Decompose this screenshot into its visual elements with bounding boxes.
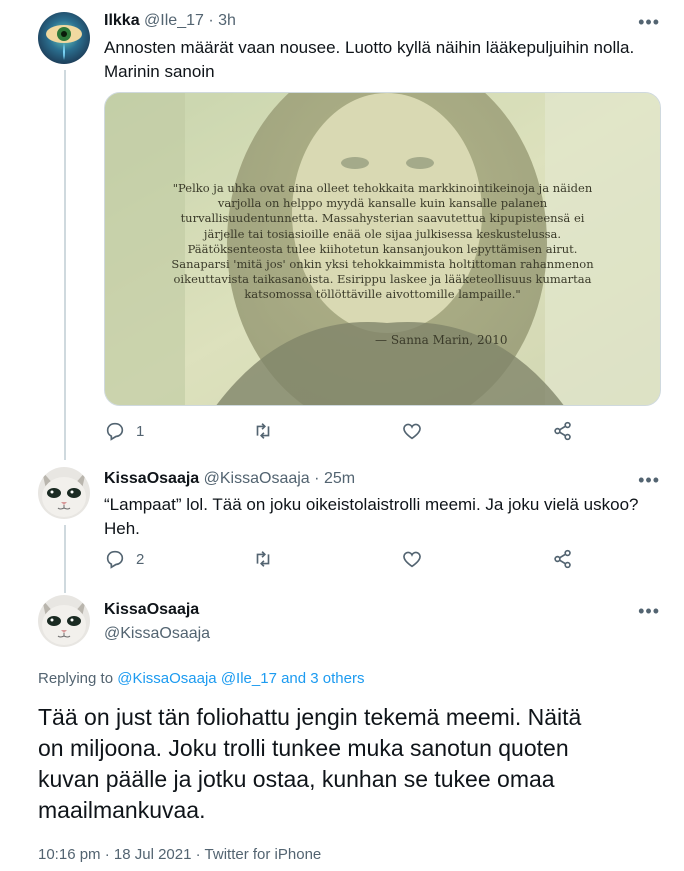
tweet-text-line: Heh.	[104, 519, 140, 538]
separator-dot: ·	[104, 846, 110, 863]
quote-line: varjolla on helppo myydä kansalle kuin k…	[217, 196, 548, 211]
more-icon[interactable]: •••	[638, 470, 660, 491]
tweet-date[interactable]: 18 Jul 2021	[114, 846, 192, 863]
thread-line	[64, 70, 66, 460]
tweet-actions: 2	[104, 548, 584, 572]
tweet-text-line: maailmankuvaa.	[38, 797, 206, 823]
tweet-time[interactable]: 25m	[324, 470, 355, 487]
separator-dot: ·	[208, 12, 214, 29]
reply-count: 2	[136, 550, 145, 568]
more-icon[interactable]: •••	[638, 601, 660, 622]
display-name[interactable]: KissaOsaaja	[104, 601, 199, 619]
image-quote-text: "Pelko ja uhka ovat aina olleet tehokkai…	[105, 181, 660, 303]
tweet-source: Twitter for iPhone	[204, 846, 322, 863]
reply-count: 1	[136, 422, 145, 440]
tweet-text-line: Marinin sanoin	[104, 62, 215, 81]
like-icon	[403, 551, 421, 568]
share-icon	[554, 549, 571, 569]
tweet-text-line: “Lampaat” lol. Tää on joku oikeistolaist…	[104, 495, 639, 514]
tweet-header: KissaOsaaja @KissaOsaaja · 25m	[104, 470, 355, 488]
quote-line: Sanaparsi 'mitä jos' onkin yksi tehokkai…	[171, 257, 594, 272]
tweet-text: Annosten määrät vaan nousee. Luotto kyll…	[104, 36, 664, 84]
avatar-kissaosaaja[interactable]	[38, 595, 90, 647]
like-button[interactable]	[401, 548, 423, 570]
quote-line: oikeuttavista taikasanoista. Esirippu la…	[173, 272, 592, 287]
tweet-time[interactable]: 3h	[218, 12, 236, 29]
retweet-button[interactable]	[252, 420, 274, 442]
tweet-actions: 1	[104, 420, 584, 444]
share-button[interactable]	[552, 548, 574, 570]
reply-icon	[106, 550, 124, 569]
share-icon	[554, 421, 571, 441]
user-handle[interactable]: @KissaOsaaja	[204, 470, 310, 487]
quote-line: turvallisuudentunnetta. Massahysterian s…	[180, 211, 585, 226]
avatar-ilkka[interactable]	[38, 12, 90, 64]
quote-line: Päätöksenteosta tulee kiihotetun kansanj…	[187, 241, 578, 256]
replying-to: Replying to @KissaOsaaja @Ile_17 and 3 o…	[38, 670, 365, 687]
like-button[interactable]	[401, 420, 423, 442]
quote-line: järjelle tai tosiasioille enää ole sijaa…	[203, 226, 562, 241]
quote-line: katsomossa töllöttäville aivottomille la…	[244, 287, 521, 302]
tweet-text-line: kuvan päälle ja jotku ostaa, kunhan se t…	[38, 766, 555, 792]
tweet-image[interactable]: "Pelko ja uhka ovat aina olleet tehokkai…	[104, 92, 661, 406]
display-name[interactable]: KissaOsaaja	[104, 470, 199, 487]
retweet-icon	[256, 551, 270, 567]
display-name[interactable]: Ilkka	[104, 12, 140, 29]
tweet-header: Ilkka @Ile_17 · 3h	[104, 12, 236, 30]
tweet-text-line: Annosten määrät vaan nousee. Luotto kyll…	[104, 38, 635, 57]
tweet-text-line: Tää on just tän foliohattu jengin tekemä…	[38, 704, 582, 730]
retweet-icon	[256, 423, 270, 439]
user-handle[interactable]: @KissaOsaaja	[104, 625, 210, 643]
avatar-kissaosaaja[interactable]	[38, 467, 90, 519]
retweet-button[interactable]	[252, 548, 274, 570]
tweet-kissaosaaja-reply[interactable]: KissaOsaaja @KissaOsaaja · 25m ••• “Lamp…	[0, 455, 684, 593]
reply-button[interactable]: 2	[104, 548, 144, 570]
image-quote-author: — Sanna Marin, 2010	[375, 333, 508, 347]
reply-icon	[106, 422, 124, 441]
like-icon	[403, 423, 421, 440]
focused-tweet-text: Tää on just tän foliohattu jengin tekemä…	[38, 702, 658, 826]
tweet-text: “Lampaat” lol. Tää on joku oikeistolaist…	[104, 493, 664, 541]
share-button[interactable]	[552, 420, 574, 442]
tweet-time[interactable]: 10:16 pm	[38, 846, 101, 863]
tweet-timestamp: 10:16 pm · 18 Jul 2021 · Twitter for iPh…	[38, 846, 321, 863]
more-icon[interactable]: •••	[638, 12, 660, 33]
separator-dot: ·	[314, 470, 320, 487]
tweet-text-line: on miljoona. Joku trolli tunkee muka san…	[38, 735, 569, 761]
thread-line	[64, 525, 66, 593]
quote-line: "Pelko ja uhka ovat aina olleet tehokkai…	[172, 181, 593, 195]
replying-to-label: Replying to	[38, 670, 114, 687]
tweet-ilkka[interactable]: Ilkka @Ile_17 · 3h ••• Annosten määrät v…	[0, 0, 684, 460]
separator-dot: ·	[195, 846, 201, 863]
reply-button[interactable]: 1	[104, 420, 144, 442]
user-handle[interactable]: @Ile_17	[144, 12, 204, 29]
replying-to-users[interactable]: @KissaOsaaja @Ile_17	[117, 670, 277, 687]
replying-to-others[interactable]: and 3 others	[281, 670, 364, 687]
